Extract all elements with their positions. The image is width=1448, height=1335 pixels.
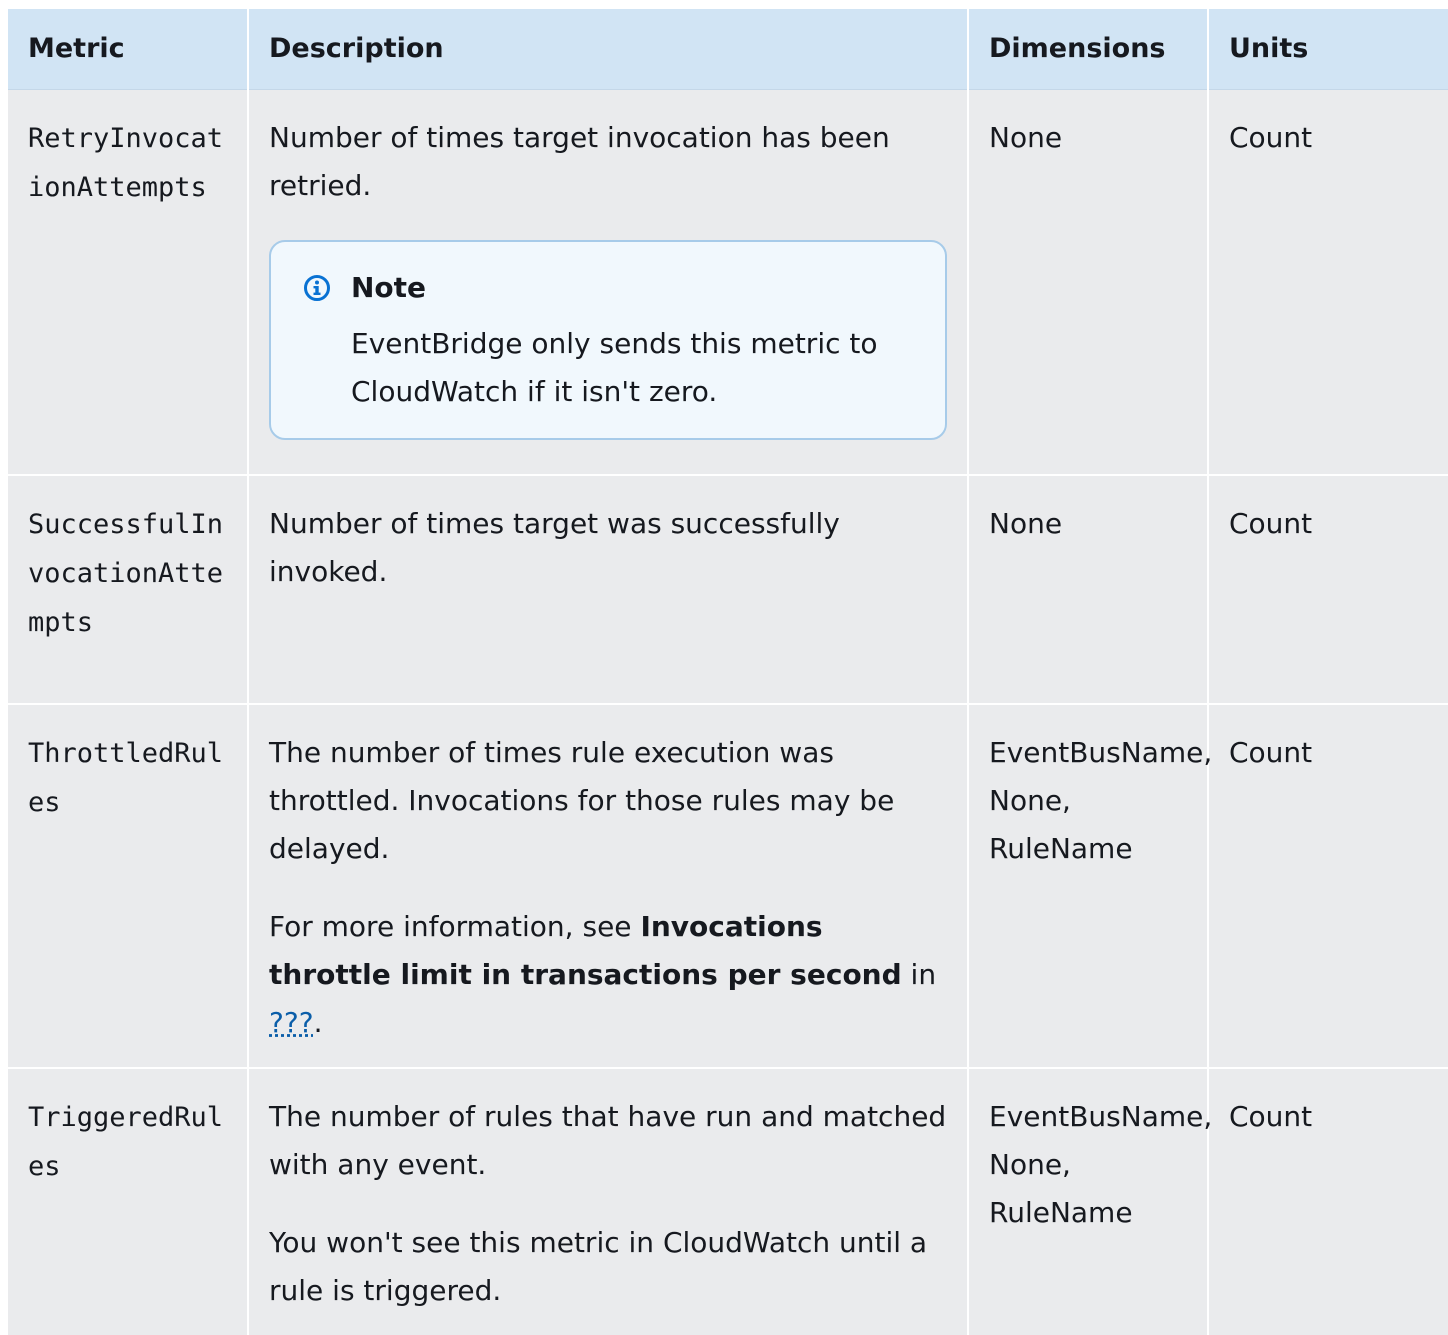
metric-name: SuccessfulInvocationAttempts (28, 509, 224, 638)
dimensions-cell: EventBusName, None, RuleName (967, 703, 1212, 1068)
header-dimensions: Dimensions (967, 9, 1208, 90)
header-metric: Metric (8, 9, 248, 90)
description-text: Number of times target invocation has be… (269, 120, 890, 202)
metric-name: RetryInvocationAttempts (28, 122, 224, 203)
note-text: EventBridge only sends this metric to Cl… (351, 326, 878, 408)
table-header: Metric Description Dimensions Units (8, 9, 1448, 90)
metric-name: ThrottledRules (28, 738, 224, 818)
table-row: TriggeredRules The number of rules that … (8, 1067, 1448, 1335)
units-cell: Count (1207, 474, 1448, 704)
dimensions-cell: None (967, 89, 1208, 475)
description-text: Number of times target was successfully … (269, 507, 840, 588)
description-cell: The number of times rule execution was t… (247, 703, 968, 1068)
dimensions-cell: None (967, 474, 1208, 704)
note-title: Note (351, 270, 427, 304)
metric-cell: RetryInvocationAttempts (8, 89, 248, 475)
more-info-middle: in (901, 958, 937, 991)
info-circle-icon (303, 274, 331, 302)
units-cell: Count (1207, 89, 1448, 475)
description-cell: Number of times target was successfully … (247, 474, 968, 704)
description-text: The number of rules that have run and ma… (269, 1100, 947, 1181)
table-row: ThrottledRules The number of times rule … (8, 703, 1448, 1068)
table-body: RetryInvocationAttempts Number of times … (8, 89, 1448, 1335)
description-cell: Number of times target invocation has be… (247, 89, 968, 475)
table-row: RetryInvocationAttempts Number of times … (8, 89, 1448, 475)
header-row: Metric Description Dimensions Units (8, 9, 1448, 90)
more-info-text: For more information, see Invocations th… (269, 903, 947, 1047)
metric-cell: TriggeredRules (8, 1067, 248, 1335)
description-text: The number of times rule execution was t… (269, 736, 895, 865)
more-info-prefix: For more information, see (269, 910, 641, 943)
metric-cell: SuccessfulInvocationAttempts (8, 474, 248, 704)
metrics-table: Metric Description Dimensions Units Retr… (8, 9, 1448, 1335)
dimensions-cell: EventBusName, None, RuleName (967, 1067, 1212, 1335)
description-cell: The number of rules that have run and ma… (247, 1067, 968, 1335)
units-cell: Count (1207, 703, 1448, 1068)
metric-name: TriggeredRules (28, 1102, 224, 1182)
note-header: Note (303, 264, 925, 312)
table-row: SuccessfulInvocationAttempts Number of t… (8, 474, 1448, 704)
units-cell: Count (1207, 1067, 1448, 1335)
note-box: Note EventBridge only sends this metric … (269, 239, 947, 440)
metric-cell: ThrottledRules (8, 703, 248, 1068)
extra-text: You won't see this metric in CloudWatch … (269, 1226, 928, 1307)
placeholder-link[interactable]: ??? (269, 1006, 314, 1039)
more-info-suffix: . (313, 1006, 323, 1039)
header-description: Description (247, 9, 968, 90)
header-units: Units (1207, 9, 1448, 90)
